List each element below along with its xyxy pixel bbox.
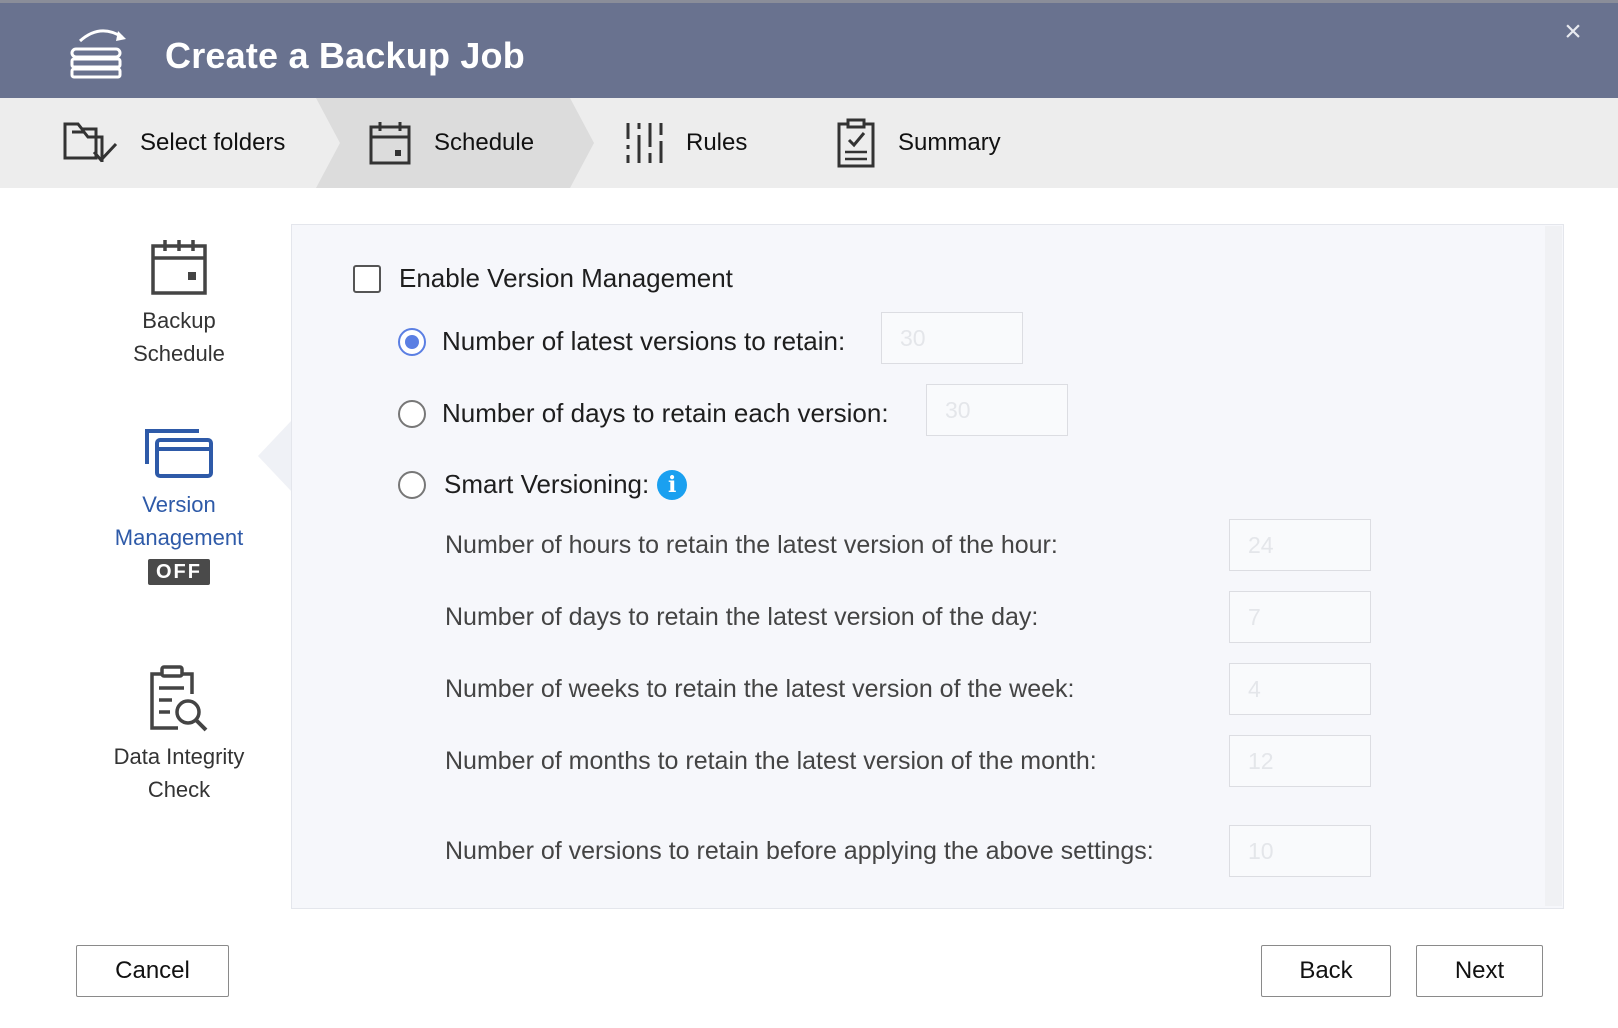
smart-hours-input[interactable]: 24 <box>1229 519 1371 571</box>
panel-pointer <box>258 420 292 492</box>
back-button[interactable]: Back <box>1261 945 1391 997</box>
option-days-retain[interactable]: Number of days to retain each version: <box>398 398 889 429</box>
info-icon[interactable]: i <box>657 469 688 500</box>
folder-check-icon <box>63 122 118 163</box>
sidebar-item-backup-schedule[interactable]: Backup Schedule <box>100 238 258 370</box>
clipboard-check-icon <box>837 118 875 168</box>
smart-versioning-label: Smart Versioning: <box>444 469 650 499</box>
smart-week-row: Number of weeks to retain the latest ver… <box>445 675 1074 704</box>
smart-day-row: Number of days to retain the latest vers… <box>445 603 1038 632</box>
step-summary[interactable]: Summary <box>836 98 1001 188</box>
calendar-icon <box>369 122 411 165</box>
panel-scrollbar[interactable] <box>1545 226 1562 906</box>
smart-month-row: Number of months to retain the latest ve… <box>445 747 1097 776</box>
step-label: Select folders <box>140 129 286 156</box>
enable-version-management-checkbox[interactable] <box>353 264 381 293</box>
enable-version-management-label: Enable Version Management <box>399 263 733 293</box>
days-retain-input[interactable]: 30 <box>926 384 1068 436</box>
smart-before-label: Number of versions to retain before appl… <box>445 837 1154 865</box>
next-button[interactable]: Next <box>1416 945 1543 997</box>
enable-version-management[interactable]: Enable Version Management <box>353 263 733 294</box>
clipboard-search-icon <box>150 665 208 732</box>
step-schedule[interactable]: Schedule <box>368 98 534 188</box>
step-select-folders[interactable]: Select folders <box>62 98 285 188</box>
smart-day-input[interactable]: 7 <box>1229 591 1371 643</box>
days-retain-radio[interactable] <box>398 399 426 428</box>
step-label: Summary <box>898 129 1001 156</box>
smart-hours-row: Number of hours to retain the latest ver… <box>445 531 1058 560</box>
latest-versions-radio[interactable] <box>398 327 426 356</box>
step-label: Rules <box>686 129 748 156</box>
latest-versions-label: Number of latest versions to retain: <box>442 326 846 356</box>
status-badge: OFF <box>148 559 210 585</box>
sliders-icon <box>626 123 663 163</box>
sidebar-item-label: Check <box>147 777 211 802</box>
sidebar-item-label: Schedule <box>133 341 225 366</box>
sidebar-item-label: Backup <box>142 308 216 333</box>
smart-before-input[interactable]: 10 <box>1229 825 1371 877</box>
smart-before-row: Number of versions to retain before appl… <box>445 837 1154 866</box>
sidebar-item-label: Management <box>114 525 244 550</box>
dialog-title: Create a Backup Job <box>165 35 525 76</box>
dialog-header: Create a Backup Job × <box>0 0 1618 98</box>
smart-month-input[interactable]: 12 <box>1229 735 1371 787</box>
backup-sync-icon <box>70 29 126 79</box>
sidebar-item-label: Version <box>142 492 216 517</box>
sidebar-item-label: Data Integrity <box>113 744 245 769</box>
option-latest-versions[interactable]: Number of latest versions to retain: <box>398 326 845 357</box>
sidebar-item-version-management[interactable]: Version Management OFF <box>100 426 258 587</box>
smart-day-label: Number of days to retain the latest vers… <box>445 603 1039 631</box>
option-smart-versioning[interactable]: Smart Versioning: i <box>398 469 688 500</box>
days-retain-label: Number of days to retain each version: <box>442 398 889 428</box>
windows-stack-icon <box>145 429 213 478</box>
close-icon[interactable]: × <box>1558 17 1588 47</box>
latest-versions-input[interactable]: 30 <box>881 312 1023 364</box>
step-label: Schedule <box>434 129 535 156</box>
sidebar-item-data-integrity-check[interactable]: Data Integrity Check <box>100 664 258 806</box>
calendar-icon <box>151 240 207 295</box>
smart-hours-label: Number of hours to retain the latest ver… <box>445 531 1058 559</box>
smart-versioning-radio[interactable] <box>398 470 426 499</box>
smart-week-input[interactable]: 4 <box>1229 663 1371 715</box>
smart-month-label: Number of months to retain the latest ve… <box>445 747 1097 775</box>
step-rules[interactable]: Rules <box>624 98 747 188</box>
smart-week-label: Number of weeks to retain the latest ver… <box>445 675 1075 703</box>
cancel-button[interactable]: Cancel <box>76 945 229 997</box>
